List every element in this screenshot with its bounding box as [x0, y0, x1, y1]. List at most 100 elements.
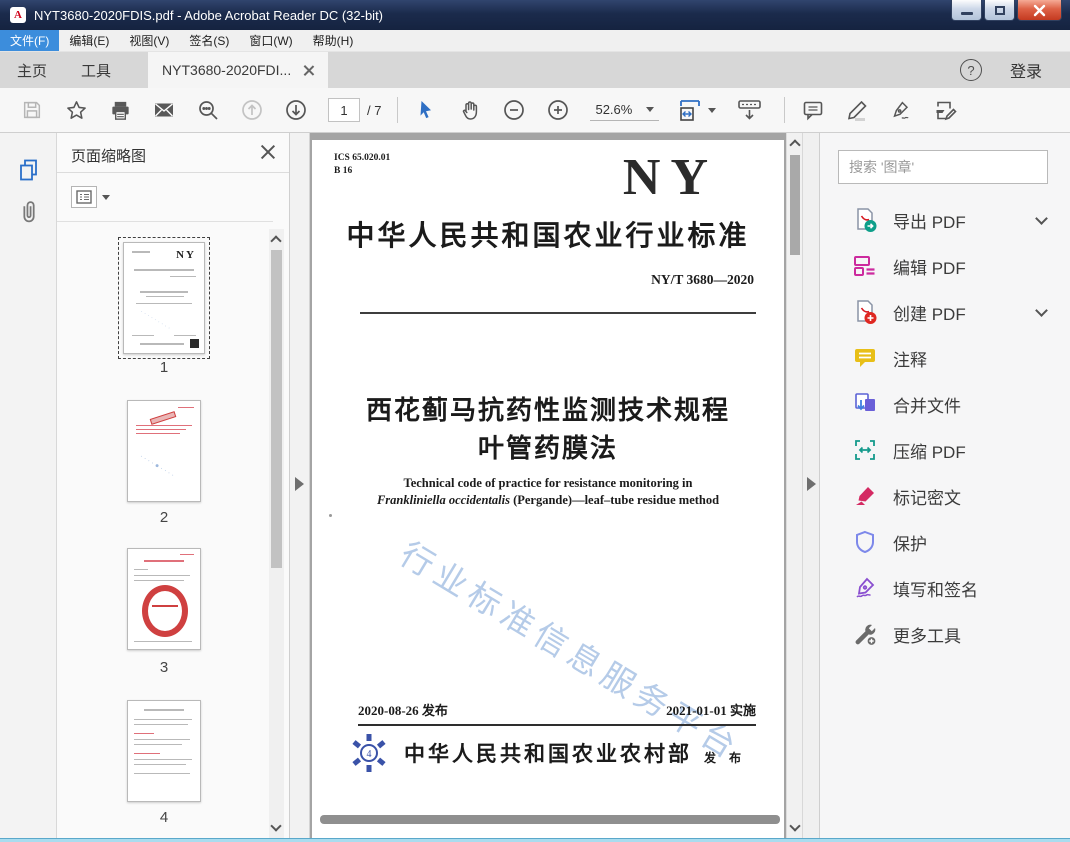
tool-compress-pdf[interactable]: 压缩 PDF — [820, 427, 1070, 473]
zoom-out-button[interactable] — [502, 98, 526, 122]
english-subtitle-line2: Frankliniella occidentalis (Pergande)—le… — [312, 493, 784, 508]
page-number-input[interactable] — [328, 98, 360, 122]
menu-file[interactable]: 文件(F) — [0, 30, 59, 51]
attachments-rail-button[interactable] — [16, 199, 41, 231]
svg-text:4: 4 — [367, 749, 372, 760]
page-thumbnails-icon — [16, 157, 42, 183]
pdf-page: ICS 65.020.01 B 16 NY 中华人民共和国农业行业标准 NY/T… — [312, 140, 784, 838]
tab-document[interactable]: NYT3680-2020FDI... — [148, 52, 328, 88]
scroll-down-icon[interactable] — [789, 820, 800, 831]
tool-combine-files[interactable]: 合并文件 — [820, 381, 1070, 427]
thumbnails-scrollbar[interactable] — [269, 229, 284, 838]
highlight-tool-button[interactable] — [845, 98, 869, 122]
email-button[interactable] — [152, 98, 176, 122]
scrollbar-thumb[interactable] — [271, 250, 282, 568]
scroll-up-icon[interactable] — [270, 235, 281, 246]
thumbnail-page-2[interactable]: ····●···· — [127, 400, 201, 502]
search-button[interactable] — [196, 98, 220, 122]
tool-redact[interactable]: 标记密文 — [820, 473, 1070, 519]
standard-number: NY/T 3680—2020 — [651, 272, 754, 288]
zoom-in-button[interactable] — [546, 98, 570, 122]
tools-search-input[interactable] — [839, 151, 1047, 183]
scroll-down-icon[interactable] — [270, 820, 281, 831]
tool-label: 更多工具 — [893, 622, 961, 647]
main-area: 页面缩略图 NY ········· 1 — [0, 133, 1070, 838]
tool-label: 编辑 PDF — [893, 254, 966, 279]
paperclip-icon — [16, 199, 41, 226]
thumbnail-page-1[interactable]: NY ········· — [123, 242, 205, 354]
page-mark — [329, 514, 332, 517]
next-page-button[interactable] — [284, 98, 308, 122]
sign-tool-button[interactable] — [889, 98, 913, 122]
thumbnails-options-button[interactable] — [71, 185, 111, 209]
search-icon — [196, 98, 220, 122]
divider — [360, 312, 756, 314]
scrollbar-thumb[interactable] — [790, 155, 800, 255]
combine-files-icon — [852, 391, 878, 417]
document-vertical-scrollbar[interactable] — [786, 133, 802, 838]
chevron-down-icon — [708, 108, 716, 113]
menu-view[interactable]: 视图(V) — [119, 30, 179, 51]
fill-sign-icon — [933, 98, 957, 123]
help-button[interactable]: ? — [960, 59, 982, 81]
menu-sign[interactable]: 签名(S) — [179, 30, 239, 51]
print-button[interactable] — [108, 98, 132, 122]
previous-page-button[interactable] — [240, 98, 264, 122]
tab-home[interactable]: 主页 — [0, 52, 64, 88]
tool-edit-pdf[interactable]: 编辑 PDF — [820, 243, 1070, 289]
comment-tool-button[interactable] — [801, 98, 825, 122]
fit-width-dropdown[interactable] — [677, 97, 716, 123]
tool-more-tools[interactable]: 更多工具 — [820, 611, 1070, 657]
zoom-level-dropdown[interactable]: 52.6% — [590, 99, 659, 121]
collapse-left-panel-handle[interactable] — [295, 477, 304, 491]
tool-label: 标记密文 — [893, 484, 961, 509]
ministry-emblem-icon: 4 — [348, 730, 390, 776]
left-panel-gutter — [290, 133, 310, 838]
login-button[interactable]: 登录 — [1010, 58, 1042, 82]
publisher-name: 中华人民共和国农业农村部 — [404, 738, 692, 768]
tab-close-icon[interactable] — [303, 65, 314, 76]
thumbnail-page-3[interactable] — [127, 548, 201, 650]
zoom-level-value: 52.6% — [595, 102, 632, 117]
save-button[interactable] — [20, 98, 44, 122]
star-button[interactable] — [64, 98, 88, 122]
fill-sign-tool-button[interactable] — [933, 98, 957, 122]
create-pdf-icon — [852, 299, 878, 325]
tabbar-right: ? 登录 — [960, 58, 1070, 82]
tool-fill-sign[interactable]: 填写和签名 — [820, 565, 1070, 611]
chevron-down-icon — [1035, 212, 1048, 225]
tool-comment[interactable]: 注释 — [820, 335, 1070, 381]
minimize-icon — [961, 12, 973, 15]
chevron-down-icon — [646, 107, 654, 112]
tool-export-pdf[interactable]: 导出 PDF — [820, 197, 1070, 243]
tool-protect[interactable]: 保护 — [820, 519, 1070, 565]
scroll-up-icon[interactable] — [789, 139, 800, 150]
close-button[interactable] — [1017, 0, 1062, 21]
tool-create-pdf[interactable]: 创建 PDF — [820, 289, 1070, 335]
page-thumbnails-rail-button[interactable] — [16, 157, 42, 188]
hand-tool-button[interactable] — [458, 98, 482, 122]
document-title-line1: 西花蓟马抗药性监测技术规程 — [312, 390, 784, 427]
right-panel-gutter — [802, 133, 820, 838]
menu-window[interactable]: 窗口(W) — [239, 30, 302, 51]
tab-bar: 主页 工具 NYT3680-2020FDI... ? 登录 — [0, 52, 1070, 88]
tools-search[interactable] — [838, 150, 1048, 184]
divider — [57, 221, 273, 222]
menu-edit[interactable]: 编辑(E) — [59, 30, 119, 51]
menu-help[interactable]: 帮助(H) — [303, 30, 364, 51]
tool-label: 创建 PDF — [893, 300, 966, 325]
select-tool-button[interactable] — [414, 98, 438, 122]
maximize-icon — [995, 6, 1005, 15]
maximize-button[interactable] — [984, 0, 1015, 21]
english-subtitle-line1: Technical code of practice for resistanc… — [312, 476, 784, 491]
release-date: 2020-08-26 发布 — [358, 700, 448, 719]
page-down-icon — [284, 98, 308, 122]
toolbar-collapse-button[interactable] — [734, 98, 764, 122]
thumbnail-page-4[interactable] — [127, 700, 201, 802]
collapse-right-panel-handle[interactable] — [807, 477, 816, 491]
horizontal-scrollbar-thumb[interactable] — [320, 815, 780, 824]
panel-close-icon[interactable] — [260, 144, 275, 159]
tool-label: 导出 PDF — [893, 208, 966, 233]
minimize-button[interactable] — [951, 0, 982, 21]
tab-tools[interactable]: 工具 — [64, 52, 128, 88]
